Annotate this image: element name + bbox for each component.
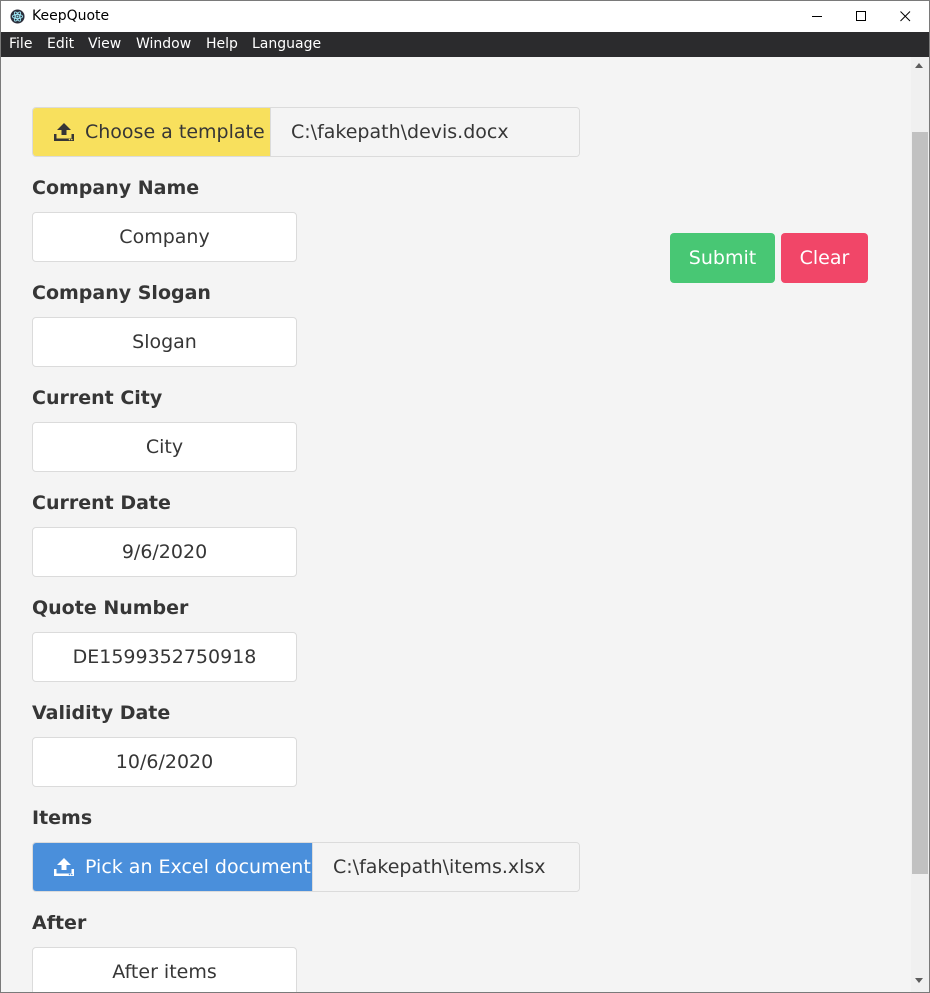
maximize-button[interactable]: [838, 1, 884, 32]
quote-number-input[interactable]: DE1599352750918: [32, 632, 297, 682]
current-date-input[interactable]: 9/6/2020: [32, 527, 297, 577]
choose-template-button[interactable]: Choose a template: [33, 108, 270, 156]
pick-excel-button[interactable]: Pick an Excel document: [33, 843, 312, 891]
close-button[interactable]: [882, 1, 928, 32]
items-label: Items: [32, 807, 93, 829]
scroll-up-arrow-icon[interactable]: [915, 63, 923, 68]
pick-excel-label: Pick an Excel document: [85, 856, 311, 878]
menu-bar: File Edit View Window Help Language: [1, 32, 929, 57]
company-name-label: Company Name: [32, 177, 200, 199]
company-slogan-input[interactable]: Slogan: [32, 317, 297, 367]
company-slogan-label: Company Slogan: [32, 282, 211, 304]
minimize-icon: [811, 16, 822, 17]
current-date-label: Current Date: [32, 492, 171, 514]
upload-icon: [54, 123, 74, 141]
main-content: Choose a template C:\fakepath\devis.docx…: [1, 57, 911, 992]
clear-button[interactable]: Clear: [781, 233, 868, 283]
validity-date-input[interactable]: 10/6/2020: [32, 737, 297, 787]
template-file-upload[interactable]: Choose a template C:\fakepath\devis.docx: [32, 107, 580, 157]
electron-app-icon: [10, 9, 25, 24]
current-city-label: Current City: [32, 387, 163, 409]
quote-number-label: Quote Number: [32, 597, 189, 619]
menu-window[interactable]: Window: [136, 36, 191, 52]
app-window: KeepQuote File Edit View Window Help Lan…: [0, 0, 930, 993]
after-label: After: [32, 912, 87, 934]
window-title: KeepQuote: [32, 8, 110, 24]
template-file-name: C:\fakepath\devis.docx: [270, 108, 579, 156]
after-items-input[interactable]: After items: [32, 947, 297, 992]
company-name-input[interactable]: Company: [32, 212, 297, 262]
vertical-scrollbar[interactable]: [911, 57, 929, 992]
menu-file[interactable]: File: [9, 36, 32, 52]
menu-view[interactable]: View: [88, 36, 121, 52]
scrollbar-thumb[interactable]: [912, 132, 928, 874]
scroll-down-arrow-icon[interactable]: [915, 978, 923, 983]
menu-language[interactable]: Language: [252, 36, 321, 52]
title-bar: KeepQuote: [1, 1, 929, 32]
items-file-name: C:\fakepath\items.xlsx: [312, 843, 579, 891]
menu-edit[interactable]: Edit: [47, 36, 74, 52]
items-file-upload[interactable]: Pick an Excel document C:\fakepath\items…: [32, 842, 580, 892]
submit-button[interactable]: Submit: [670, 233, 775, 283]
minimize-button[interactable]: [794, 1, 840, 32]
menu-help[interactable]: Help: [206, 36, 238, 52]
maximize-icon: [855, 11, 866, 21]
close-icon: [899, 11, 910, 22]
validity-date-label: Validity Date: [32, 702, 171, 724]
upload-icon: [54, 858, 74, 876]
choose-template-label: Choose a template: [85, 121, 265, 143]
current-city-input[interactable]: City: [32, 422, 297, 472]
